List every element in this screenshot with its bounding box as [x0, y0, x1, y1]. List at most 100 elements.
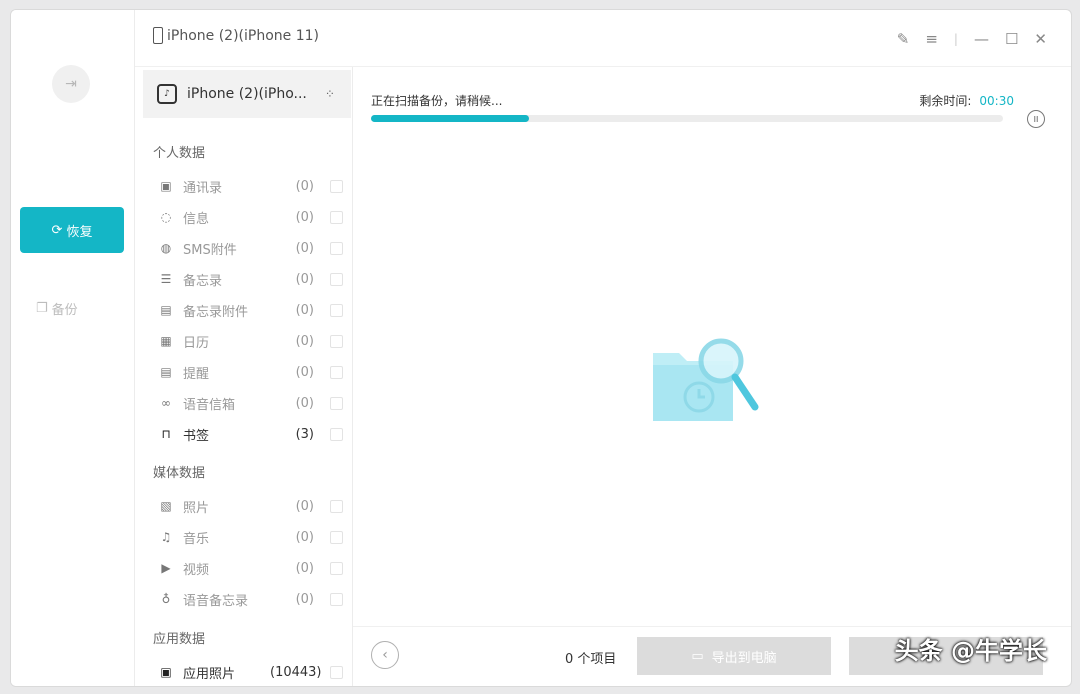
- remaining-time: 剩余时间: 00:30: [919, 92, 1014, 109]
- category-checkbox[interactable]: [330, 427, 343, 441]
- section-personal: 个人数据: [153, 146, 206, 161]
- category-checkbox[interactable]: [330, 396, 343, 410]
- category-checkbox[interactable]: [330, 210, 343, 224]
- category-count: (0): [295, 529, 314, 545]
- category-count: (0): [295, 209, 314, 225]
- category-count: (0): [295, 178, 314, 194]
- item-count: 0 个项目: [565, 652, 617, 667]
- device-row[interactable]: ♪ iPhone (2)(iPho... ⁘: [143, 70, 351, 118]
- category-item[interactable]: ▧ 照片 (0): [158, 495, 343, 517]
- minimize-icon[interactable]: —: [974, 30, 989, 48]
- copy-icon: ❐: [36, 300, 48, 316]
- category-item[interactable]: ◌ 信息 (0): [158, 206, 343, 228]
- app-window: ⇥ ⟳ 恢复 ❐ 备份 iPhone (2)(iPhone 11) ✎ ≡ | …: [10, 9, 1072, 687]
- pause-icon: II: [1033, 114, 1039, 124]
- nav-backup-button[interactable]: ❐ 备份: [36, 297, 78, 319]
- category-label: 信息: [183, 211, 210, 227]
- category-item[interactable]: ▣ 应用照片 (10443): [158, 661, 343, 683]
- feedback-icon[interactable]: ✎: [897, 30, 910, 48]
- category-checkbox[interactable]: [330, 241, 343, 255]
- category-item[interactable]: ▤ 备忘录附件 (0): [158, 299, 343, 321]
- menu-icon[interactable]: ≡: [925, 30, 938, 48]
- category-count: (3): [295, 426, 314, 442]
- calendar-icon: ▦: [160, 334, 172, 348]
- category-checkbox[interactable]: [330, 334, 343, 348]
- category-item[interactable]: ⊓ 书签 (3): [158, 423, 343, 445]
- login-button[interactable]: ⇥: [52, 65, 90, 103]
- category-label: 备忘录附件: [183, 304, 249, 320]
- category-label: 照片: [183, 500, 210, 516]
- category-label: SMS附件: [183, 242, 237, 258]
- voice-memo-icon: ♁: [161, 592, 171, 606]
- app-photo-icon: ▣: [160, 665, 172, 679]
- music-icon: ♫: [160, 530, 172, 544]
- category-checkbox[interactable]: [330, 303, 343, 317]
- category-checkbox[interactable]: [330, 592, 343, 606]
- title-bar: iPhone (2)(iPhone 11) ✎ ≡ | — ☐ ✕: [135, 10, 1071, 67]
- category-item[interactable]: ☰ 备忘录 (0): [158, 268, 343, 290]
- category-count: (0): [295, 240, 314, 256]
- category-item[interactable]: ▤ 提醒 (0): [158, 361, 343, 383]
- category-checkbox[interactable]: [330, 272, 343, 286]
- nav-restore-button[interactable]: ⟳ 恢复: [20, 207, 124, 253]
- category-item[interactable]: ▦ 日历 (0): [158, 330, 343, 352]
- close-icon[interactable]: ✕: [1034, 30, 1047, 48]
- category-label: 语音信箱: [183, 397, 236, 413]
- remaining-value: 00:30: [979, 94, 1014, 108]
- photo-icon: ▧: [160, 499, 172, 513]
- watermark: 头条 @牛学长: [894, 637, 1047, 665]
- category-checkbox[interactable]: [330, 665, 343, 679]
- chevron-left-icon: ‹: [382, 647, 388, 663]
- message-icon: ◌: [160, 210, 172, 224]
- bookmark-icon: ⊓: [161, 427, 171, 441]
- export-label: 导出到电脑: [711, 650, 777, 666]
- nav-rail: ⇥ ⟳ 恢复 ❐ 备份: [11, 10, 135, 686]
- category-item[interactable]: ∞ 语音信箱 (0): [158, 392, 343, 414]
- category-checkbox[interactable]: [330, 561, 343, 575]
- category-count: (0): [295, 302, 314, 318]
- device-backup-icon: ♪: [157, 84, 177, 104]
- category-count: (0): [295, 498, 314, 514]
- category-item[interactable]: ♁ 语音备忘录 (0): [158, 588, 343, 610]
- scan-folder-illustration: [653, 338, 759, 421]
- export-to-computer-button[interactable]: ▭ 导出到电脑: [637, 637, 831, 675]
- nav-restore-label: 恢复: [66, 224, 93, 240]
- category-count: (0): [295, 591, 314, 607]
- device-title-text: iPhone (2)(iPhone 11): [167, 27, 319, 44]
- category-item[interactable]: ♫ 音乐 (0): [158, 526, 343, 548]
- category-item[interactable]: ▶ 视频 (0): [158, 557, 343, 579]
- section-app: 应用数据: [153, 632, 206, 647]
- category-count: (10443): [270, 664, 322, 680]
- main-panel: 正在扫描备份，请稍候... 剩余时间: 00:30 II ‹ 0 个项目 ▭ 导出…: [353, 67, 1071, 686]
- category-checkbox[interactable]: [330, 499, 343, 513]
- category-checkbox[interactable]: [330, 365, 343, 379]
- category-label: 通讯录: [183, 180, 223, 196]
- voicemail-icon: ∞: [161, 396, 171, 410]
- monitor-icon: ▭: [691, 648, 704, 664]
- category-item[interactable]: ▣ 通讯录 (0): [158, 175, 343, 197]
- category-checkbox[interactable]: [330, 530, 343, 544]
- notes-icon: ☰: [160, 272, 172, 286]
- category-checkbox[interactable]: [330, 179, 343, 193]
- nav-backup-label: 备份: [51, 302, 78, 318]
- footer-bar: ‹ 0 个项目 ▭ 导出到电脑 头条 @牛学长: [353, 626, 1071, 686]
- category-count: (0): [295, 560, 314, 576]
- contacts-icon: ▣: [160, 179, 172, 193]
- notes-attachment-icon: ▤: [160, 303, 172, 317]
- refresh-icon: ⟳: [51, 222, 63, 238]
- category-sidebar: ♪ iPhone (2)(iPho... ⁘ 个人数据 ▣ 通讯录 (0) ◌ 信息 (0…: [135, 67, 353, 686]
- phone-icon: [153, 27, 163, 44]
- category-count: (0): [295, 271, 314, 287]
- category-label: 应用照片: [183, 666, 236, 682]
- device-name: iPhone (2)(iPho...: [187, 86, 307, 102]
- window-controls: ✎ ≡ | — ☐ ✕: [897, 30, 1047, 48]
- category-label: 语音备忘录: [183, 593, 249, 609]
- category-label: 备忘录: [183, 273, 223, 289]
- device-title: iPhone (2)(iPhone 11): [153, 27, 319, 44]
- pause-button[interactable]: II: [1027, 110, 1045, 128]
- category-item[interactable]: ◍ SMS附件 (0): [158, 237, 343, 259]
- back-button[interactable]: ‹: [371, 641, 399, 669]
- category-label: 视频: [183, 562, 210, 578]
- category-count: (0): [295, 364, 314, 380]
- maximize-icon[interactable]: ☐: [1005, 30, 1018, 48]
